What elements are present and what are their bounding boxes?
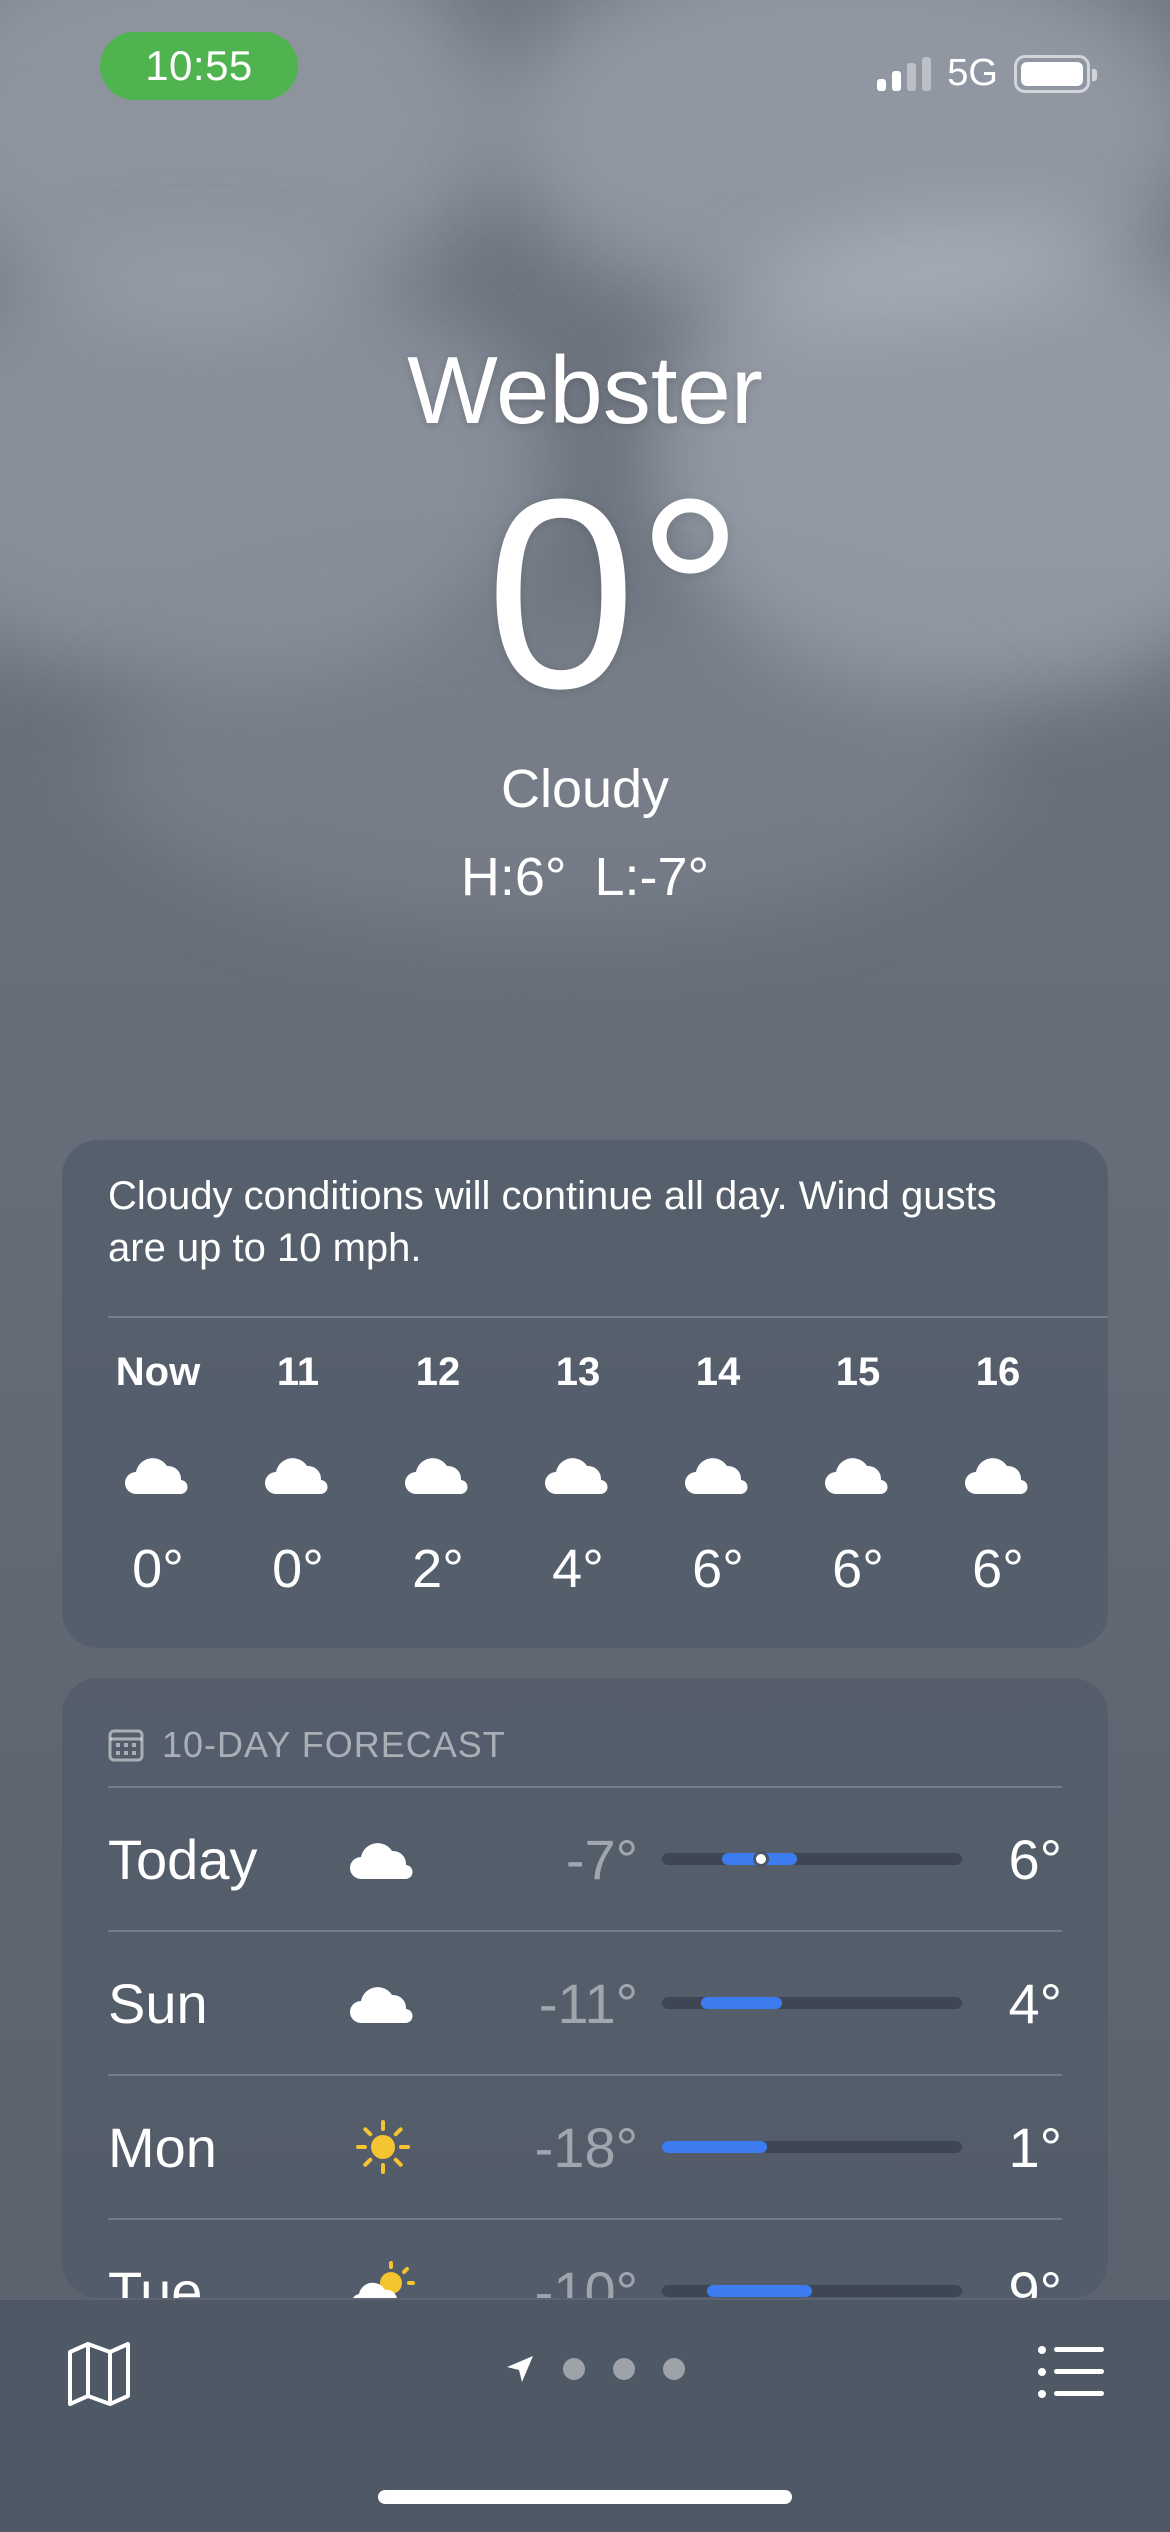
high-temp: H:6°: [460, 847, 567, 907]
hour-label: 15: [835, 1350, 881, 1394]
forecast-title: 10-DAY FORECAST: [162, 1724, 506, 1765]
hour-label: 14: [695, 1350, 741, 1394]
cloud-icon: [262, 1444, 334, 1504]
cloud-icon: [338, 1829, 428, 1889]
hour-temp: 6°: [692, 1539, 744, 1599]
hour-temp: 2°: [412, 1539, 464, 1599]
hour-label: 11: [276, 1350, 320, 1394]
temp-range-bar: [662, 1997, 962, 2009]
forecast-low: -10°: [534, 2259, 638, 2299]
divider: [108, 1316, 1108, 1318]
hourly-item: 13 4°: [498, 1350, 658, 1600]
forecast-row[interactable]: Sun -11° 4°: [108, 1930, 1062, 2074]
forecast-high: 4°: [1008, 1971, 1062, 2035]
forecast-row[interactable]: Today -7° 6°: [108, 1786, 1062, 1930]
hour-label: 16: [975, 1350, 1021, 1394]
forecast-low: -18°: [534, 2115, 638, 2179]
forecast-row[interactable]: Mon -18° 1°: [108, 2074, 1062, 2218]
hour-label: Now: [115, 1350, 201, 1394]
cloud-icon: [962, 1444, 1034, 1504]
current-temp-dot: [753, 1851, 769, 1867]
list-icon[interactable]: [1036, 2342, 1106, 2402]
cloud-icon: [122, 1444, 194, 1504]
forecast-summary: Cloudy conditions will continue all day.…: [108, 1174, 997, 1270]
cloud-icon: [822, 1444, 894, 1504]
cloud-icon: [338, 1973, 428, 2033]
hour-temp: 0°: [272, 1539, 324, 1599]
location-arrow-icon[interactable]: [505, 2354, 535, 2384]
hourly-item: 12 2°: [358, 1350, 518, 1600]
page-dot[interactable]: [613, 2358, 635, 2380]
forecast-day: Today: [108, 1827, 258, 1891]
high-low: H:6° L:-7°: [0, 846, 1170, 908]
forecast-low: -7°: [565, 1827, 638, 1891]
forecast-day: Tue: [108, 2259, 203, 2299]
current-condition: Cloudy: [500, 759, 670, 819]
forecast-header: 10-DAY FORECAST: [108, 1724, 506, 1766]
home-indicator[interactable]: [378, 2490, 792, 2504]
forecast-high: 1°: [1008, 2115, 1062, 2179]
hourly-item: Now 0°: [78, 1350, 238, 1600]
signal-icon: [877, 56, 932, 91]
hour-temp: 6°: [972, 1539, 1024, 1599]
cloud-icon: [682, 1444, 754, 1504]
hourly-item: 15 6°: [778, 1350, 938, 1600]
temp-range-bar: [662, 2285, 962, 2297]
forecast-day: Mon: [108, 2115, 217, 2179]
hourly-item: 11 0°: [218, 1350, 378, 1600]
ten-day-forecast-card[interactable]: 10-DAY FORECAST Today -7° 6° Sun -11° 4° M…: [62, 1678, 1108, 2298]
temp-range-fill: [707, 2285, 812, 2297]
hourly-forecast-card[interactable]: Cloudy conditions will continue all day.…: [62, 1140, 1108, 1648]
battery-icon: [1014, 54, 1097, 93]
hourly-list[interactable]: Now 0° 11 0° 12 2° 13 4° 14 6° 15 6° 16 6°: [108, 1350, 1078, 1600]
forecast-high: 6°: [1008, 1827, 1062, 1891]
temp-range-bar: [662, 2141, 962, 2153]
status-icons: 5G: [877, 52, 1097, 95]
hour-temp: 6°: [832, 1539, 884, 1599]
page-dot[interactable]: [563, 2358, 585, 2380]
current-temperature: 0°: [485, 444, 745, 745]
hour-temp: 0°: [132, 1539, 184, 1599]
hour-label: 13: [555, 1350, 601, 1394]
location-pager[interactable]: [0, 2354, 1170, 2384]
low-temp: L:-7°: [594, 847, 710, 907]
forecast-high: 9°: [1008, 2259, 1062, 2299]
calendar-icon: [108, 1729, 144, 1762]
hour-label: 12: [415, 1350, 461, 1394]
page-dot[interactable]: [663, 2358, 685, 2380]
forecast-low: -11°: [538, 1971, 638, 2035]
network-type: 5G: [947, 52, 998, 94]
cloud-icon: [402, 1444, 474, 1504]
hour-temp: 4°: [552, 1539, 604, 1599]
cloud-icon: [542, 1444, 614, 1504]
temp-range-fill: [662, 2141, 767, 2153]
hourly-item: 16 6°: [918, 1350, 1078, 1600]
temp-range-bar: [662, 1851, 962, 1867]
temp-range-fill: [701, 1997, 782, 2009]
sun-icon: [338, 2117, 428, 2177]
partly-sunny-icon: [338, 2261, 428, 2298]
city-name: Webster: [407, 337, 763, 444]
forecast-day: Sun: [108, 1971, 208, 2035]
status-time: 10:55: [100, 32, 298, 100]
forecast-row[interactable]: Tue -10° 9°: [108, 2218, 1062, 2298]
hourly-item: 14 6°: [638, 1350, 798, 1600]
